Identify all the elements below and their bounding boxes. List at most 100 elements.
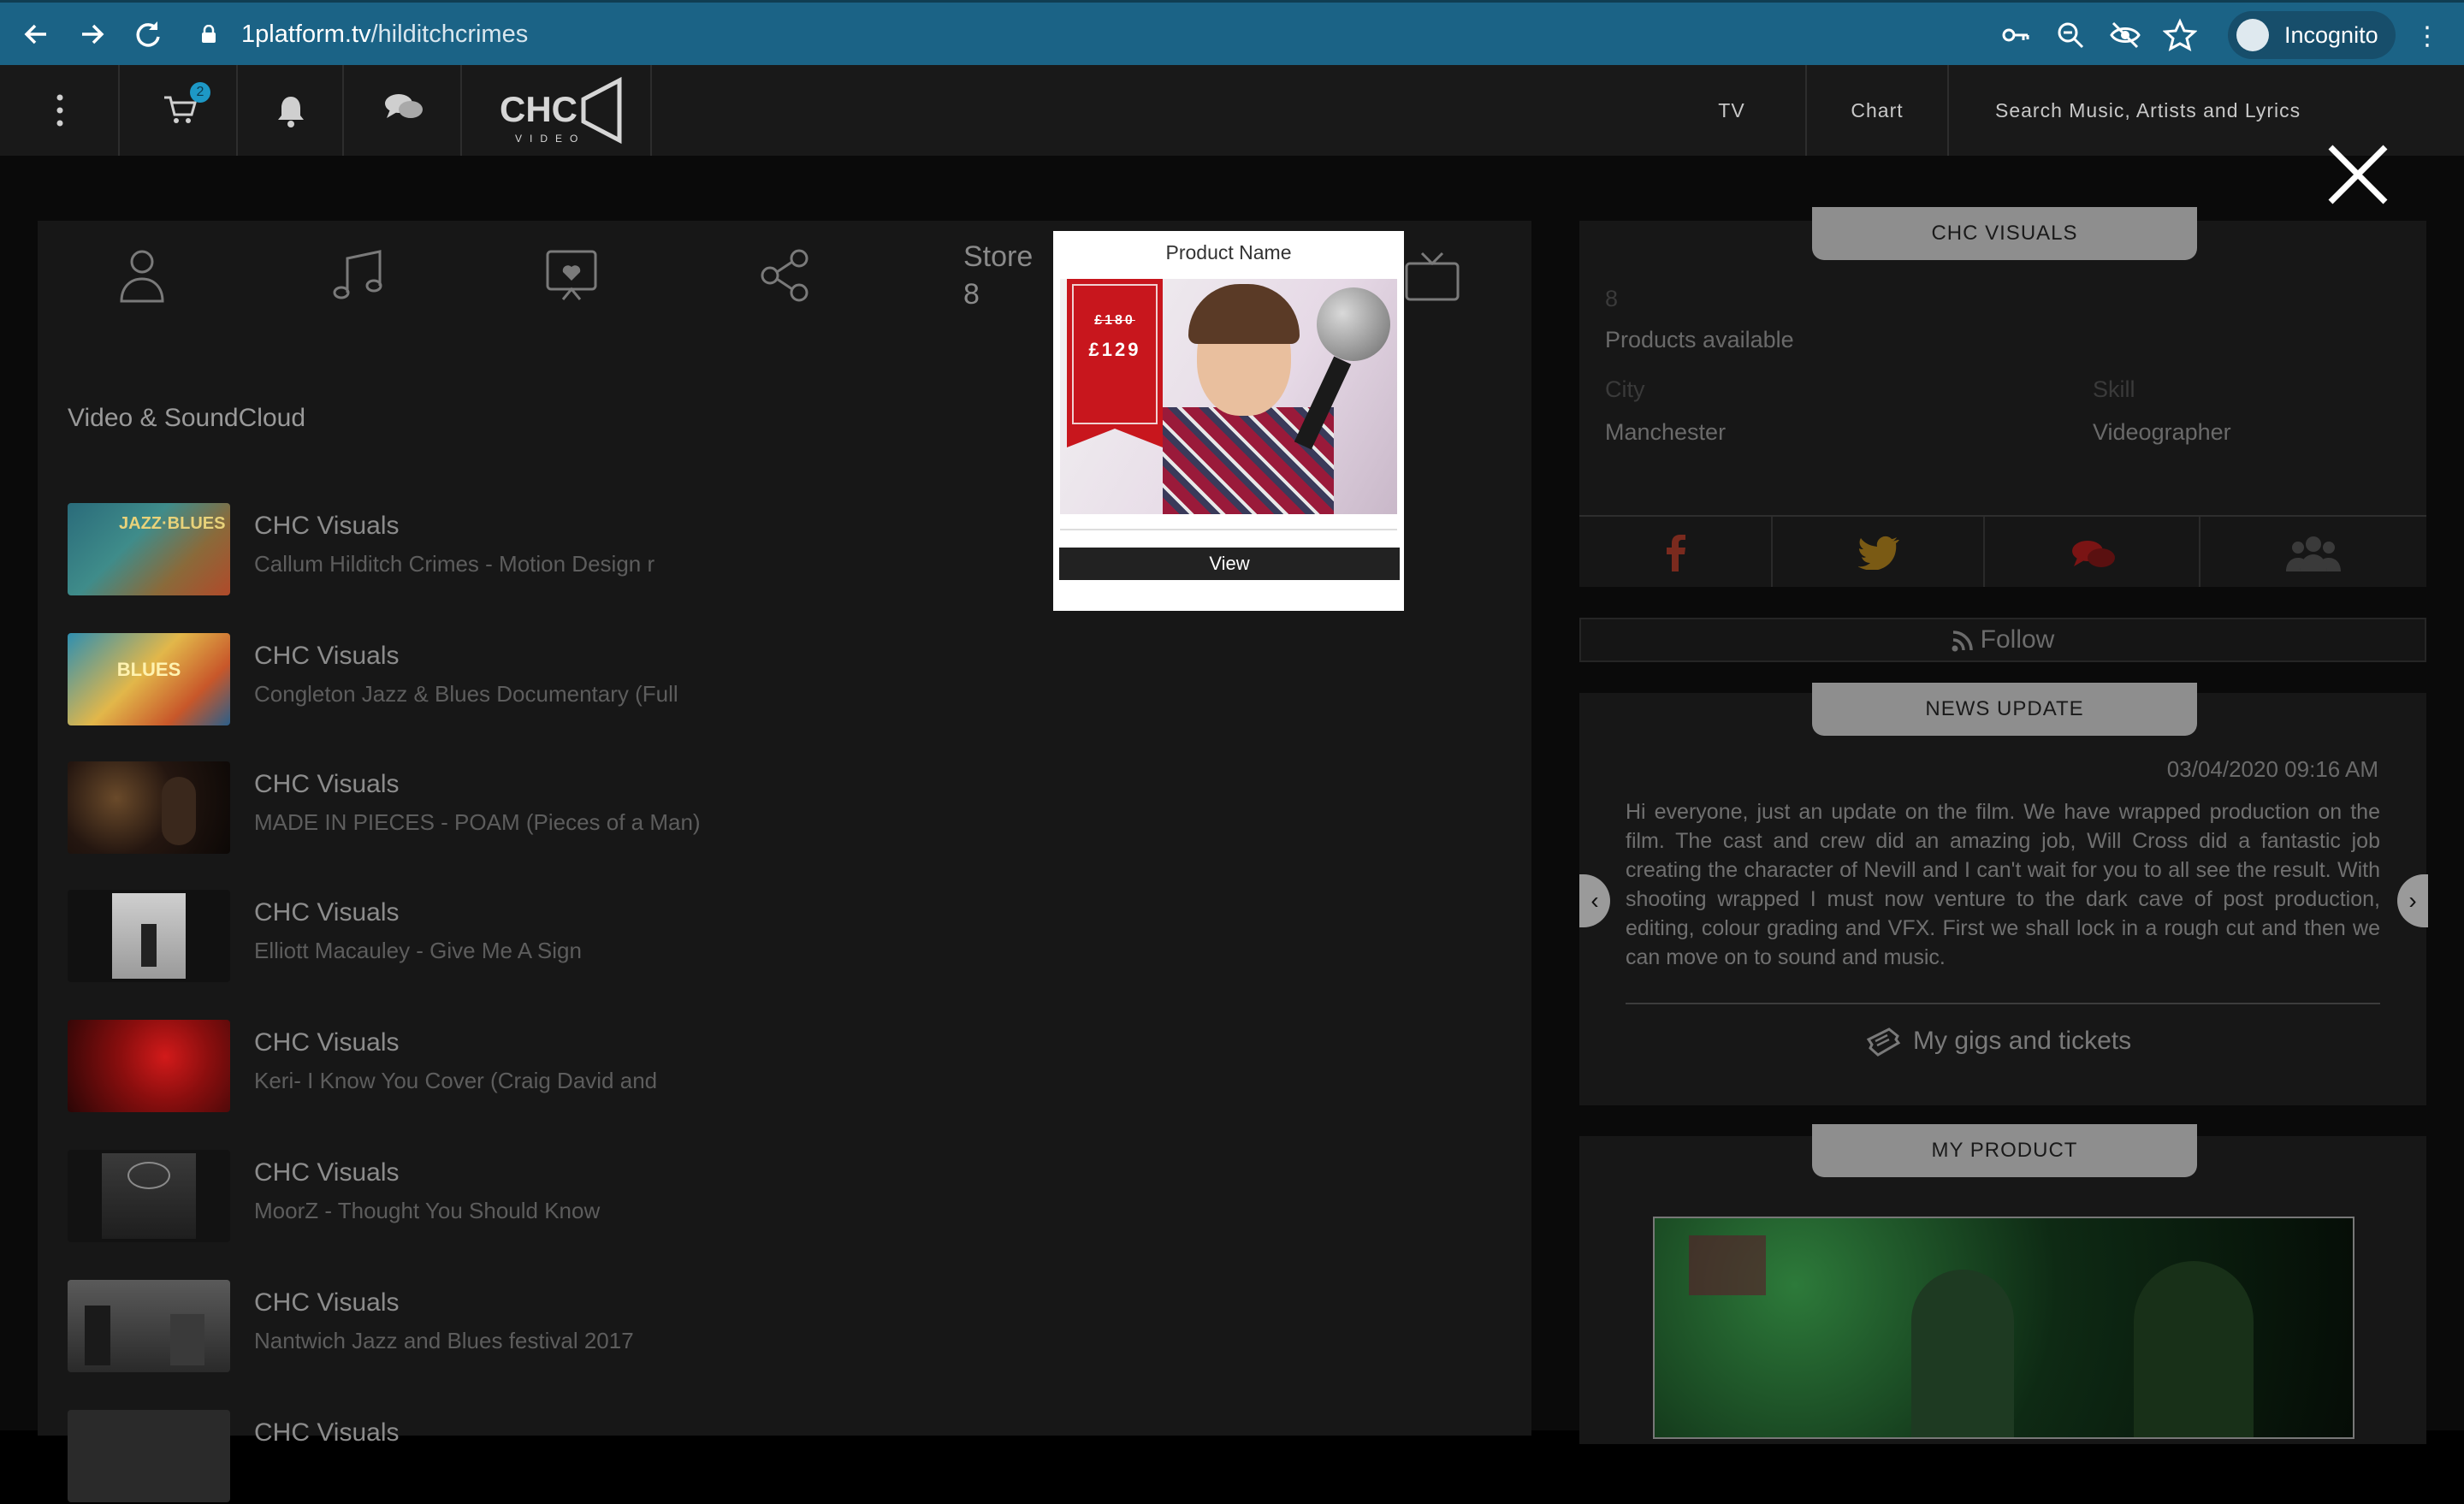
city-value: Manchester: [1605, 419, 1727, 445]
video-channel: CHC Visuals: [254, 1158, 400, 1187]
music-tab-icon[interactable]: [330, 248, 385, 307]
back-icon[interactable]: [17, 15, 56, 54]
incognito-icon: [2236, 19, 2269, 51]
nav-tv[interactable]: TV: [1680, 65, 1783, 156]
cart-count-badge: 2: [190, 82, 210, 103]
sale-price: £129: [1088, 339, 1141, 360]
video-title: MoorZ - Thought You Should Know: [254, 1198, 601, 1223]
video-thumbnail[interactable]: [68, 1410, 230, 1502]
news-header: NEWS UPDATE: [1812, 683, 2197, 736]
store-count: 8: [963, 278, 980, 311]
products-count: 8: [1605, 286, 1619, 311]
video-channel: CHC Visuals: [254, 642, 400, 670]
share-tab-icon[interactable]: [758, 248, 813, 307]
news-divider: [1626, 1003, 2380, 1004]
site-header: CHC VIDEO TV Chart Search Music, Artists…: [0, 65, 2464, 156]
messages-button[interactable]: [344, 65, 462, 156]
modal-divider: [1060, 529, 1397, 530]
video-title: Keri- I Know You Cover (Craig David and: [254, 1068, 658, 1093]
group-button[interactable]: [2200, 517, 2426, 587]
profile-header: CHC VISUALS: [1812, 207, 2197, 260]
product-image[interactable]: £180 £129: [1060, 279, 1397, 514]
product-header: MY PRODUCT: [1812, 1124, 2197, 1177]
video-thumbnail[interactable]: JAZZ·BLUES: [68, 503, 230, 595]
skill-value: Videographer: [2093, 419, 2231, 445]
news-date: 03/04/2020 09:16 AM: [2166, 756, 2378, 782]
city-label: City: [1605, 376, 1645, 402]
url-domain: 1platform.tv: [241, 21, 371, 48]
video-channel: CHC Visuals: [254, 1288, 400, 1317]
twitter-button[interactable]: [1773, 517, 1985, 587]
product-modal: Product Name £180 £129 View: [1053, 231, 1404, 611]
chat-icon: [385, 94, 423, 118]
key-icon[interactable]: [1999, 18, 2033, 52]
notifications-button[interactable]: [238, 65, 344, 156]
product-name: Product Name: [1165, 241, 1292, 263]
skill-label: Skill: [2093, 376, 2135, 402]
address-bar[interactable]: 1platform.tv/hilditchcrimes: [241, 13, 528, 56]
url-path: /hilditchcrimes: [370, 21, 529, 48]
video-title: Elliott Macauley - Give Me A Sign: [254, 938, 582, 963]
heart-tab-icon[interactable]: [544, 248, 599, 307]
product-image[interactable]: [1653, 1217, 2354, 1439]
twitter-icon: [1858, 536, 1899, 570]
follow-button[interactable]: Follow: [1579, 618, 2426, 662]
video-channel: CHC Visuals: [254, 898, 400, 927]
zoom-icon[interactable]: [2053, 18, 2088, 52]
star-icon[interactable]: [2162, 18, 2198, 52]
facebook-button[interactable]: [1579, 517, 1773, 587]
chat-button[interactable]: [1985, 517, 2200, 587]
video-list-item[interactable]: CHC Visuals MoorZ - Thought You Should K…: [68, 1150, 1094, 1244]
video-list-item[interactable]: BLUES CHC Visuals Congleton Jazz & Blues…: [68, 633, 1094, 727]
svg-text:CHC: CHC: [500, 89, 578, 129]
gigs-label: My gigs and tickets: [1913, 1027, 2132, 1055]
view-button[interactable]: View: [1059, 548, 1400, 580]
profile-label: Incognito: [2284, 22, 2378, 48]
video-channel: CHC Visuals: [254, 512, 400, 540]
browser-toolbar: 1platform.tv/hilditchcrimes Incognito ⋮: [0, 0, 2464, 65]
profile-tab-user-icon[interactable]: [116, 248, 168, 307]
section-title: Video & SoundCloud: [68, 404, 305, 432]
gigs-and-tickets-link[interactable]: My gigs and tickets: [1865, 1027, 2131, 1057]
video-list-item[interactable]: CHC Visuals Keri- I Know You Cover (Crai…: [68, 1020, 1094, 1114]
nav-chart[interactable]: Chart: [1805, 65, 1949, 156]
lock-icon: [200, 24, 217, 44]
video-channel: CHC Visuals: [254, 1418, 400, 1447]
news-body: Hi everyone, just an update on the film.…: [1626, 800, 2380, 969]
video-list-item[interactable]: CHC Visuals: [68, 1410, 1094, 1504]
follow-label: Follow: [1980, 625, 2055, 654]
store-label: Store: [963, 240, 1034, 273]
video-list-item[interactable]: CHC Visuals MADE IN PIECES - POAM (Piece…: [68, 761, 1094, 856]
video-channel: CHC Visuals: [254, 1028, 400, 1057]
chevron-left-icon: ‹: [1590, 887, 1599, 914]
rss-icon: [1952, 631, 1973, 652]
video-thumbnail[interactable]: [68, 890, 230, 982]
video-list-item[interactable]: JAZZ·BLUES CHC Visuals Callum Hilditch C…: [68, 503, 1094, 597]
chc-logo[interactable]: CHC VIDEO: [462, 65, 652, 156]
group-icon: [2286, 536, 2341, 571]
incognito-profile-button[interactable]: Incognito: [2228, 11, 2396, 59]
close-icon[interactable]: [2324, 140, 2392, 209]
video-thumbnail[interactable]: [68, 1020, 230, 1112]
video-list-item[interactable]: CHC Visuals Nantwich Jazz and Blues fest…: [68, 1280, 1094, 1374]
video-thumbnail[interactable]: [68, 1150, 230, 1242]
store-tab[interactable]: Store 8: [963, 238, 1033, 313]
tv-tab-icon[interactable]: [1403, 252, 1461, 307]
more-menu-button[interactable]: [0, 65, 120, 156]
video-list-item[interactable]: CHC Visuals Elliott Macauley - Give Me A…: [68, 890, 1094, 984]
chevron-right-icon: ›: [2408, 887, 2417, 914]
reload-icon[interactable]: [128, 15, 168, 54]
products-label: Products available: [1605, 327, 1794, 352]
video-thumbnail[interactable]: BLUES: [68, 633, 230, 725]
eye-off-icon[interactable]: [2108, 18, 2142, 52]
menu-dots-icon[interactable]: ⋮: [2414, 21, 2440, 51]
ticket-icon: [1866, 1027, 1901, 1057]
facebook-icon: [1667, 535, 1685, 571]
video-title: Callum Hilditch Crimes - Motion Design r: [254, 551, 655, 577]
video-thumbnail[interactable]: [68, 761, 230, 854]
bell-icon: [278, 97, 304, 127]
cart-button[interactable]: [120, 65, 238, 156]
video-thumbnail[interactable]: [68, 1280, 230, 1372]
svg-text:VIDEO: VIDEO: [515, 133, 585, 145]
forward-icon[interactable]: [72, 15, 111, 54]
